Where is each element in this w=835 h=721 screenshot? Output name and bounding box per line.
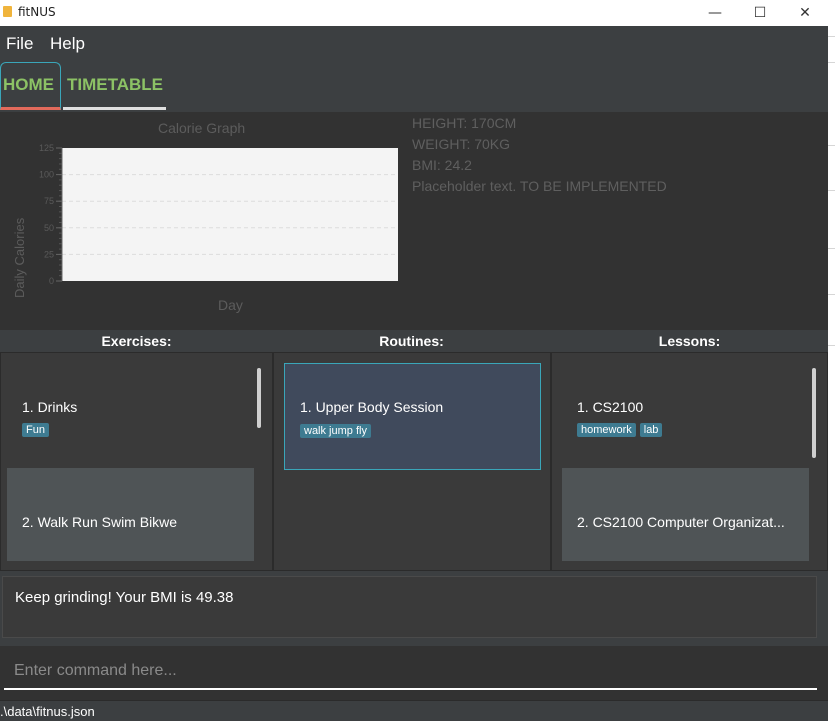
- minimize-button[interactable]: —: [692, 0, 738, 26]
- exercise-list[interactable]: 1. Drinks Fun 2. Walk Run Swim Bikwe: [0, 352, 273, 571]
- window-title-bar: fitNUS — ☐ ✕: [0, 0, 828, 26]
- lesson-card-1[interactable]: 1. CS2100 homework lab: [562, 364, 809, 468]
- result-text: Keep grinding! Your BMI is 49.38: [15, 589, 234, 606]
- calorie-chart: 0 25 50 75 100 125: [39, 143, 398, 286]
- routine-list[interactable]: 1. Upper Body Session walk jump fly: [273, 352, 551, 571]
- lesson-list-scrollbar[interactable]: [812, 368, 816, 458]
- routine-card-1[interactable]: 1. Upper Body Session walk jump fly: [284, 363, 541, 470]
- exercise-title: 2. Walk Run Swim Bikwe: [22, 514, 178, 530]
- maximize-button[interactable]: ☐: [737, 0, 783, 26]
- lesson-title: 2. CS2100 Computer Organizat...: [577, 514, 785, 530]
- lesson-title: 1. CS2100: [577, 399, 644, 415]
- close-button[interactable]: ✕: [782, 0, 828, 26]
- routine-tag: walk jump fly: [300, 424, 371, 438]
- window-title: fitNUS: [18, 5, 56, 19]
- routines-header: Routines:: [379, 333, 444, 349]
- lesson-list[interactable]: 1. CS2100 homework lab 2. CS2100 Computer…: [551, 352, 828, 571]
- tab-bar: HOME TIMETABLE: [0, 62, 828, 112]
- lesson-card-2[interactable]: 2. CS2100 Computer Organizat...: [562, 468, 809, 561]
- chart-y-tick-label: 75: [44, 196, 54, 206]
- chart-x-axis-label: Day: [218, 297, 243, 313]
- chart-y-tick-label: 100: [39, 170, 54, 180]
- lessons-header: Lessons:: [658, 333, 721, 349]
- status-bar: .\data\fitnus.json: [0, 700, 828, 721]
- exercise-card-1[interactable]: 1. Drinks Fun: [7, 364, 254, 468]
- menu-bar: File Help: [0, 26, 828, 62]
- background-window-edge: [828, 0, 835, 721]
- exercise-list-scrollbar[interactable]: [257, 368, 261, 428]
- exercises-header: Exercises:: [101, 333, 172, 349]
- menu-help[interactable]: Help: [50, 34, 85, 54]
- height-stat: HEIGHT: 170CM: [412, 115, 517, 131]
- chart-y-axis-label: Daily Calories: [12, 217, 27, 298]
- data-file-path: .\data\fitnus.json: [0, 704, 95, 719]
- command-input[interactable]: [4, 654, 817, 690]
- app-icon: [3, 6, 12, 17]
- exercise-card-2[interactable]: 2. Walk Run Swim Bikwe: [7, 468, 254, 561]
- chart-y-tick-label: 125: [39, 143, 54, 153]
- exercise-tag: Fun: [22, 423, 49, 437]
- stats-placeholder: Placeholder text. TO BE IMPLEMENTED: [412, 178, 667, 194]
- result-display: Keep grinding! Your BMI is 49.38: [2, 576, 817, 638]
- weight-stat: WEIGHT: 70KG: [412, 136, 511, 152]
- lesson-tag: lab: [639, 423, 663, 437]
- routine-title: 1. Upper Body Session: [300, 399, 444, 415]
- chart-y-tick-label: 50: [44, 223, 54, 233]
- bmi-stat: BMI: 24.2: [412, 157, 472, 173]
- chart-y-tick-label: 0: [49, 276, 54, 286]
- tab-home[interactable]: HOME: [0, 62, 61, 110]
- home-pane: 0 25 50 75 100 125 Calorie Graph Daily Calori…: [0, 112, 828, 330]
- lesson-tag: homework: [577, 423, 636, 437]
- chart-title: Calorie Graph: [158, 120, 246, 136]
- chart-plot-area: [62, 148, 398, 281]
- exercise-title: 1. Drinks: [22, 399, 78, 415]
- menu-file[interactable]: File: [6, 34, 33, 54]
- chart-y-tick-label: 25: [44, 249, 54, 259]
- tab-timetable[interactable]: TIMETABLE: [63, 62, 166, 110]
- command-box: [0, 646, 828, 700]
